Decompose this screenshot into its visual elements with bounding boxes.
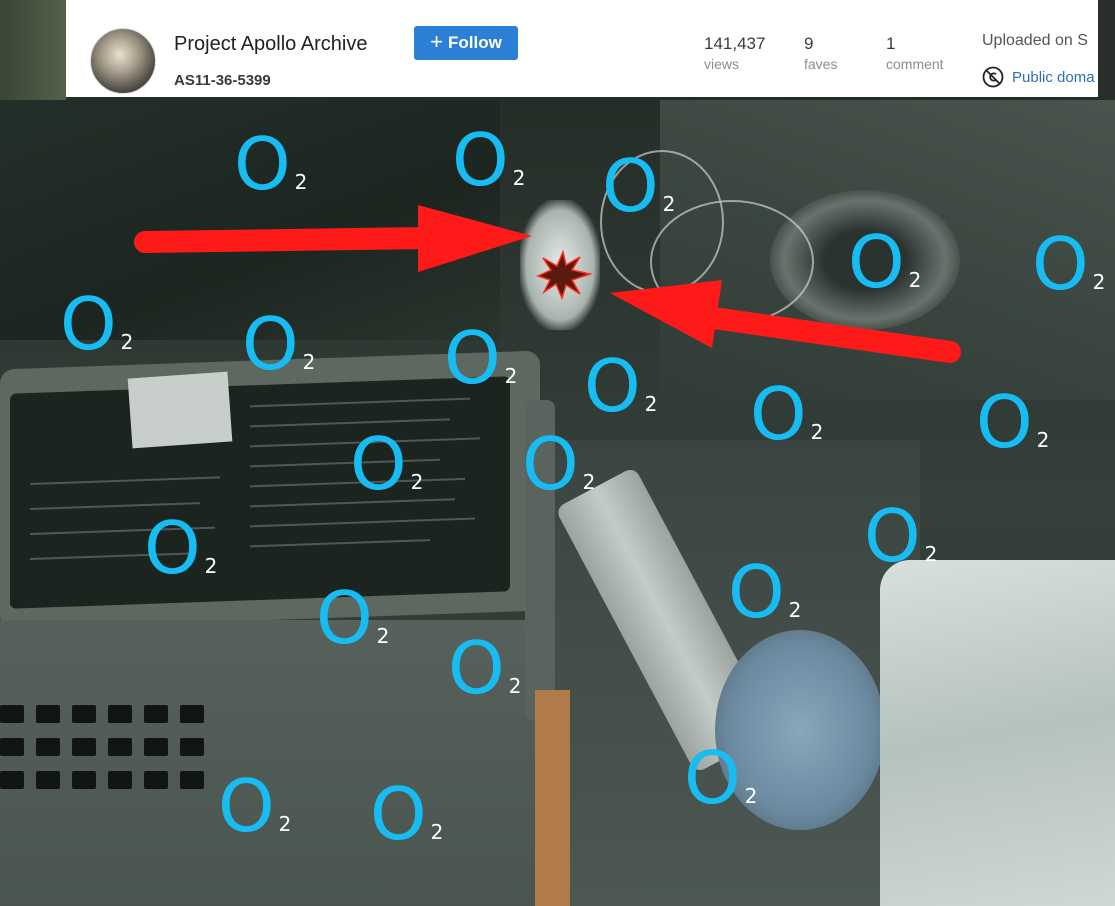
- photo-handle: [535, 690, 570, 906]
- comments-label: comment: [886, 56, 944, 72]
- upload-date: Uploaded on S: [982, 32, 1088, 49]
- o2-label: O2: [444, 316, 518, 400]
- o2-label: O2: [144, 506, 218, 590]
- photo-edge-left: [0, 0, 66, 100]
- o2-label: O2: [976, 380, 1050, 464]
- photo-edge-right: [1098, 0, 1115, 100]
- o2-label: O2: [218, 764, 292, 848]
- comments-stat[interactable]: 1 comment: [886, 34, 944, 72]
- o2-label: O2: [1032, 222, 1106, 306]
- license-link[interactable]: Public doma: [1012, 69, 1095, 86]
- o2-label: O2: [602, 144, 676, 228]
- faves-count: 9: [804, 34, 814, 53]
- faves-label: faves: [804, 56, 838, 72]
- o2-label: O2: [684, 736, 758, 820]
- o2-label: O2: [452, 118, 526, 202]
- follow-button-label: Follow: [448, 33, 502, 52]
- o2-label: O2: [448, 626, 522, 710]
- plus-icon: +: [430, 29, 444, 54]
- o2-label: O2: [522, 422, 596, 506]
- photo-foil-wrap: [520, 200, 600, 330]
- o2-label: O2: [234, 122, 308, 206]
- photo-checklist-card: [10, 376, 510, 609]
- o2-label: O2: [60, 282, 134, 366]
- o2-label: O2: [728, 550, 802, 634]
- o2-label: O2: [242, 302, 316, 386]
- faves-stat[interactable]: 9 faves: [804, 34, 837, 72]
- o2-label: O2: [750, 372, 824, 456]
- photo-paper-tab: [127, 371, 233, 449]
- avatar[interactable]: [90, 28, 156, 94]
- o2-label: O2: [350, 422, 424, 506]
- views-stat: 141,437 views: [704, 34, 765, 72]
- follow-button[interactable]: + Follow: [414, 26, 518, 60]
- photo-title: AS11-36-5399: [174, 72, 271, 89]
- photo-info-header: Project Apollo Archive AS11-36-5399 + Fo…: [66, 0, 1098, 97]
- license-info[interactable]: Public doma: [982, 66, 1095, 88]
- account-name-link[interactable]: Project Apollo Archive: [174, 33, 367, 56]
- public-domain-icon: [982, 66, 1004, 88]
- comments-count: 1: [886, 34, 896, 53]
- views-label: views: [704, 56, 740, 72]
- o2-label: O2: [848, 220, 922, 304]
- views-count: 141,437: [704, 34, 766, 53]
- o2-label: O2: [864, 494, 938, 578]
- o2-label: O2: [370, 772, 444, 856]
- o2-label: O2: [316, 576, 390, 660]
- photo-white-bag: [880, 560, 1115, 906]
